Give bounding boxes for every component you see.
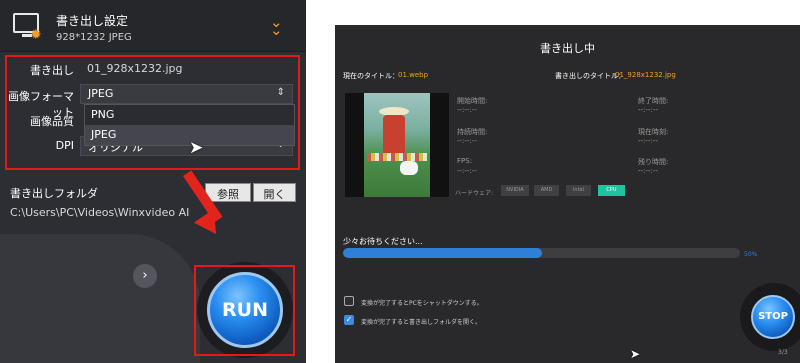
shutdown-checkbox-label: 変換が完了するとPCをシャットダウンする。 bbox=[361, 300, 483, 307]
chevron-right-icon[interactable]: › bbox=[133, 264, 157, 288]
composite-screenshot: ✹ 書き出し設定 928*1232 JPEG ⌄ ⌄ 書き出し 01_928x12… bbox=[0, 0, 800, 363]
start-time-label: 開始時間: bbox=[457, 97, 488, 105]
duration-value: --:--:-- bbox=[457, 137, 477, 145]
mouse-cursor-icon: ➤ bbox=[189, 138, 204, 158]
progress-percent: 50% bbox=[744, 251, 758, 258]
dpi-label: DPI bbox=[55, 139, 74, 152]
output-title-value: 01_928x1232.jpg bbox=[615, 71, 676, 79]
open-folder-checkbox[interactable]: ✓ bbox=[344, 315, 354, 325]
remaining-value: --:--:-- bbox=[638, 167, 658, 175]
export-label: 書き出し bbox=[30, 64, 74, 77]
current-time-value: --:--:-- bbox=[638, 137, 658, 145]
thumbnail-dog bbox=[400, 161, 418, 175]
current-title-label: 現在のタイトル： bbox=[343, 72, 399, 80]
highlight-box-run bbox=[194, 265, 295, 356]
thumbnail-flowers bbox=[367, 153, 427, 161]
hw-chip-intel[interactable]: Intel bbox=[566, 185, 591, 196]
progress-bar-fill bbox=[343, 248, 542, 258]
export-settings-panel: ✹ 書き出し設定 928*1232 JPEG ⌄ ⌄ 書き出し 01_928x12… bbox=[0, 0, 306, 363]
bottom-wave-decoration bbox=[0, 234, 200, 363]
stop-button[interactable]: STOP bbox=[751, 295, 795, 339]
double-chevron-down-icon[interactable]: ⌄ ⌄ bbox=[270, 15, 283, 38]
fps-label: FPS: bbox=[457, 157, 473, 165]
remaining-label: 残り時間: bbox=[638, 158, 669, 166]
wait-message: 少々お待ちください... bbox=[343, 237, 423, 246]
current-time-label: 現在時刻: bbox=[638, 128, 669, 136]
settings-subtitle: 928*1232 JPEG bbox=[56, 32, 132, 43]
hw-chip-amd[interactable]: AMD bbox=[534, 185, 559, 196]
export-progress-panel: 書き出し中 現在のタイトル： 01.webp 書き出しのタイトル： 01_928… bbox=[335, 25, 800, 363]
hardware-label: ハードウェア: bbox=[455, 190, 494, 197]
hw-chip-cpu[interactable]: CPU bbox=[598, 185, 625, 196]
updown-chevron-icon: ⇕ bbox=[276, 87, 285, 98]
open-folder-checkbox-label: 変換が完了すると書き出しフォルダを開く。 bbox=[361, 319, 482, 326]
thumbnail-figure bbox=[383, 115, 405, 155]
quality-label: 画像品質 bbox=[30, 115, 74, 128]
format-select[interactable]: JPEG ⇕ bbox=[80, 84, 293, 104]
shutdown-checkbox[interactable] bbox=[344, 296, 354, 306]
current-title-value: 01.webp bbox=[398, 71, 429, 79]
hw-chip-nvidia[interactable]: NVIDIA bbox=[501, 185, 529, 196]
preview-thumbnail bbox=[345, 93, 449, 197]
fps-value: --:--:-- bbox=[457, 167, 477, 175]
page-indicator: 3/3 bbox=[778, 349, 788, 356]
output-folder-label: 書き出しフォルダ bbox=[10, 187, 98, 200]
open-folder-button[interactable]: 開く bbox=[253, 183, 296, 202]
export-filename[interactable]: 01_928x1232.jpg bbox=[87, 62, 183, 75]
progress-title: 書き出し中 bbox=[540, 42, 595, 55]
duration-label: 持続時間: bbox=[457, 128, 488, 136]
gear-icon: ✹ bbox=[30, 27, 42, 43]
browse-button[interactable]: 参照 bbox=[205, 183, 251, 202]
end-time-value: --:--:-- bbox=[638, 106, 658, 114]
output-folder-path: C:\Users\PC\Videos\Winxvideo AI bbox=[10, 206, 190, 219]
format-select-value: JPEG bbox=[88, 87, 114, 100]
settings-title: 書き出し設定 bbox=[56, 14, 129, 28]
settings-header[interactable]: ✹ 書き出し設定 928*1232 JPEG ⌄ ⌄ bbox=[0, 0, 306, 52]
dropdown-option-png[interactable]: PNG bbox=[85, 105, 294, 125]
mouse-cursor-icon: ➤ bbox=[630, 347, 641, 361]
progress-bar bbox=[343, 248, 740, 258]
start-time-value: --:--:-- bbox=[457, 106, 477, 114]
end-time-label: 終了時間: bbox=[638, 97, 669, 105]
